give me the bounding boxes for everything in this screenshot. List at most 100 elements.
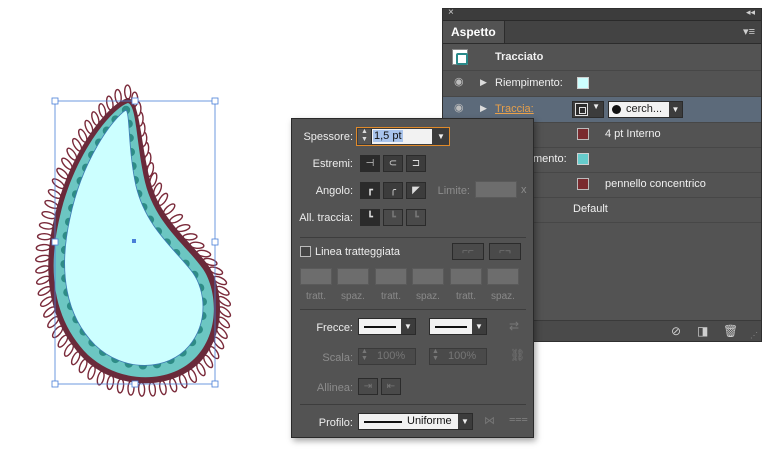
paisley-artwork[interactable] <box>0 0 290 454</box>
dash-label: tratt. <box>305 291 326 302</box>
chevron-down-icon: ▼ <box>472 319 486 334</box>
start-arrow-dropdown[interactable]: ▼ <box>358 318 416 335</box>
trash-icon[interactable]: 🗑 <box>723 324 738 338</box>
paisley-loop <box>38 222 55 230</box>
fill2-label: mento: <box>533 153 567 165</box>
scale-label: Scala: <box>322 352 353 364</box>
eye-icon[interactable]: ◉ <box>454 77 465 88</box>
stroke-options-panel: Spessore: ▲ ▼ 1,5 pt ▼ Estremi: ⊣ ⊂ ⊐ An… <box>291 118 534 438</box>
gap-label: spaz. <box>341 291 365 302</box>
clear-appearance-icon[interactable]: ⊘ <box>671 324 681 338</box>
divider <box>300 404 526 405</box>
dash-label: tratt. <box>455 291 476 302</box>
dash-label: tratt. <box>380 291 401 302</box>
stroke2-swatch[interactable] <box>577 178 589 190</box>
close-icon[interactable]: × <box>448 7 454 18</box>
paisley-loop <box>35 275 51 285</box>
round-cap-button[interactable]: ⊂ <box>383 155 403 172</box>
align-inside-button[interactable]: ┗ <box>383 209 403 226</box>
object-thumbnail-icon <box>452 49 468 65</box>
chevron-down-icon: ▼ <box>669 102 682 117</box>
gap-field-2[interactable] <box>412 268 444 285</box>
appearance-object-row[interactable]: Tracciato <box>443 45 761 71</box>
caps-label: Estremi: <box>312 158 353 170</box>
start-scale-field[interactable]: ▲ ▼ 100% <box>358 348 416 365</box>
butt-cap-button[interactable]: ⊣ <box>360 155 380 172</box>
expand-triangle-icon[interactable]: ▶ <box>480 77 487 88</box>
weight-label: Spessore: <box>303 131 353 143</box>
swap-arrows-icon[interactable]: ⇄ <box>509 319 519 333</box>
dashed-line-label: Linea tratteggiata <box>315 246 401 258</box>
stroke-label-link[interactable]: Traccia: <box>495 103 534 115</box>
selection-center-point <box>132 239 136 243</box>
dashed-line-checkbox[interactable] <box>300 246 311 257</box>
dash-field-2[interactable] <box>375 268 407 285</box>
gap-label: spaz. <box>491 291 515 302</box>
panel-menu-icon[interactable]: ▾≡ <box>743 25 755 38</box>
miter-join-button[interactable]: ┏ <box>360 182 380 199</box>
start-scale-value: 100% <box>377 350 406 362</box>
gap-field-3[interactable] <box>487 268 519 285</box>
chevron-down-icon[interactable]: ▼ <box>434 129 448 144</box>
tab-appearance[interactable]: Aspetto <box>443 21 505 43</box>
stroke2-value: pennello concentrico <box>605 178 706 190</box>
round-join-button[interactable]: ╭ <box>383 182 403 199</box>
chevron-down-icon: ▼ <box>401 319 415 334</box>
corner-label: Angolo: <box>315 185 353 197</box>
profile-label: Profilo: <box>318 417 353 429</box>
weight-value[interactable]: 1,5 pt <box>373 130 403 142</box>
arrows-label: Frecce: <box>316 322 353 334</box>
stroke-color-dropdown[interactable]: ▼ <box>572 101 604 118</box>
weight-field[interactable]: ▲ ▼ 1,5 pt ▼ <box>356 127 450 146</box>
eye-icon[interactable]: ◉ <box>454 103 465 114</box>
fill-swatch[interactable] <box>577 77 589 89</box>
arrow-tip-beyond-button[interactable]: ⇥ <box>358 378 378 395</box>
divider <box>300 309 526 310</box>
dash-field-1[interactable] <box>300 268 332 285</box>
profile-dropdown[interactable]: Uniforme ▼ <box>358 413 473 430</box>
fill2-swatch[interactable] <box>577 153 589 165</box>
dash-field-3[interactable] <box>450 268 482 285</box>
collapse-icon[interactable]: ◂◂ <box>746 7 755 18</box>
align-stroke-label: All. traccia: <box>299 212 353 224</box>
align-center-button[interactable]: ┗ <box>360 209 380 226</box>
arrow-tip-at-end-button[interactable]: ⇤ <box>381 378 401 395</box>
dash-align-corners-button[interactable]: ⌐¬ <box>489 243 521 260</box>
end-scale-field[interactable]: ▲ ▼ 100% <box>429 348 487 365</box>
projecting-cap-button[interactable]: ⊐ <box>406 155 426 172</box>
end-arrow-dropdown[interactable]: ▼ <box>429 318 487 335</box>
expand-triangle-icon[interactable]: ▶ <box>480 103 487 114</box>
paisley-loop <box>34 254 51 263</box>
gap-label: spaz. <box>416 291 440 302</box>
paisley-loop <box>41 210 57 220</box>
limit-field[interactable] <box>475 181 517 198</box>
fill-label: Riempimento: <box>495 77 563 89</box>
paisley-loop <box>116 378 125 394</box>
chevron-down-icon: ▼ <box>458 414 472 429</box>
resize-grip-icon[interactable]: ⋰ <box>750 331 758 340</box>
duplicate-item-icon[interactable]: ◨ <box>697 324 708 338</box>
object-type-label: Tracciato <box>495 51 544 63</box>
profile-value: Uniforme <box>407 415 452 427</box>
opacity-value: Default <box>573 203 608 215</box>
paisley-loop <box>36 233 53 241</box>
align-outside-button[interactable]: ┗ <box>406 209 426 226</box>
gap-field-1[interactable] <box>337 268 369 285</box>
flip-vertical-icon[interactable]: ⩶ <box>509 413 528 426</box>
link-scale-icon[interactable]: ⛓ <box>510 348 525 362</box>
limit-unit: x <box>521 184 527 196</box>
dash-exact-button[interactable]: ⌐⌐ <box>452 243 484 260</box>
bevel-join-button[interactable]: ◤ <box>406 182 426 199</box>
appearance-fill-row[interactable]: ◉ ▶ Riempimento: <box>443 71 761 97</box>
stroke-detail-swatch[interactable] <box>577 128 589 140</box>
weight-stepper[interactable]: ▲ ▼ <box>358 128 372 144</box>
paisley-loop <box>158 380 167 396</box>
limit-label: Limite: <box>437 185 470 197</box>
flip-horizontal-icon[interactable]: ⋈ <box>484 414 495 427</box>
brush-dot-icon <box>612 105 621 114</box>
panel-title-bar[interactable]: × ◂◂ <box>443 7 761 21</box>
paisley-loop <box>35 265 50 274</box>
brush-value: cerch... <box>626 103 663 115</box>
brush-dropdown[interactable]: cerch... ▼ <box>608 101 683 118</box>
chevron-down-icon: ▼ <box>592 102 600 111</box>
